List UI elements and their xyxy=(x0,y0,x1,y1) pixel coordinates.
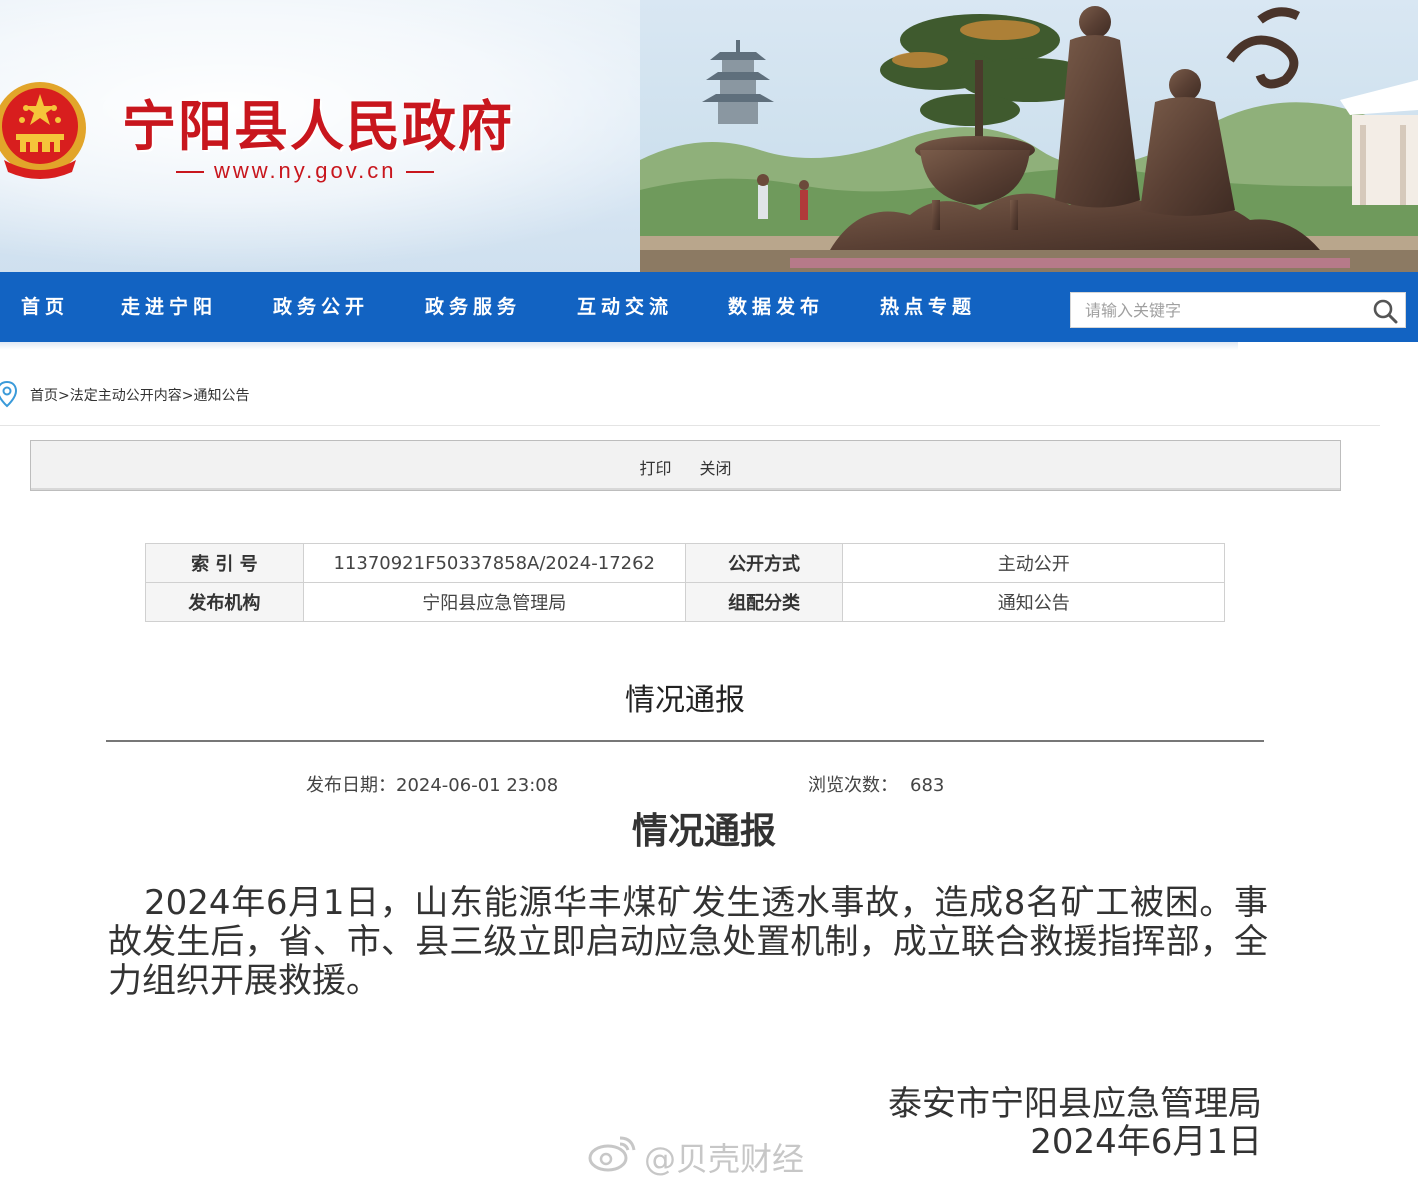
national-emblem-icon xyxy=(0,82,86,179)
breadcrumb-section-link[interactable]: 法定主动公开内容 xyxy=(70,388,182,404)
nav-item-about[interactable]: 走进宁阳 xyxy=(121,272,217,342)
print-button[interactable]: 打印 xyxy=(625,455,685,479)
nav-item-gov-open[interactable]: 政务公开 xyxy=(273,272,369,342)
nav-shadow xyxy=(0,342,1238,350)
header-banner: 宁阳县人民政府 www.ny.gov.cn xyxy=(0,0,1418,272)
nav-item-data[interactable]: 数据发布 xyxy=(728,272,824,342)
category-label: 组配分类 xyxy=(684,582,844,622)
category-value: 通知公告 xyxy=(842,582,1225,622)
article-title-rule xyxy=(106,740,1264,742)
view-count: 浏览次数： 683 xyxy=(808,771,944,797)
index-no-label: 索 引 号 xyxy=(145,543,304,583)
watermark-text: @贝壳财经 xyxy=(644,1140,805,1178)
site-title: 宁阳县人民政府 xyxy=(122,94,514,158)
nav-item-gov-service[interactable]: 政务服务 xyxy=(425,272,521,342)
banner-scenery-image xyxy=(640,0,1418,272)
publisher-label: 发布机构 xyxy=(145,582,304,622)
breadcrumb-text: 首页>法定主动公开内容>通知公告 xyxy=(30,385,249,405)
breadcrumb-sep: > xyxy=(58,388,70,404)
search-box xyxy=(1070,292,1406,328)
view-count-value: 683 xyxy=(910,775,945,796)
view-count-label: 浏览次数： xyxy=(808,775,898,796)
article-toolbar: 打印 关闭 xyxy=(30,440,1341,491)
close-button[interactable]: 关闭 xyxy=(686,455,746,479)
publish-date: 发布日期：2024-06-01 23:08 xyxy=(306,771,558,797)
signature-date: 2024年6月1日 xyxy=(1030,1122,1262,1162)
search-input[interactable] xyxy=(1071,293,1361,327)
notice-heading: 情况通报 xyxy=(631,811,776,852)
index-no-value: 11370921F50337858A/2024-17262 xyxy=(302,543,686,583)
nav-item-home[interactable]: 首页 xyxy=(21,272,69,342)
site-url-text: www.ny.gov.cn xyxy=(214,158,397,183)
publish-date-label: 发布日期： xyxy=(306,775,396,796)
info-table: 索 引 号 11370921F50337858A/2024-17262 公开方式… xyxy=(145,543,1225,622)
disclosure-label: 公开方式 xyxy=(684,543,844,583)
breadcrumb-current-link[interactable]: 通知公告 xyxy=(193,388,249,404)
article-title: 情况通报 xyxy=(625,683,745,718)
weibo-logo-icon xyxy=(588,1136,636,1172)
breadcrumb-sep: > xyxy=(181,388,194,404)
breadcrumb-home-link[interactable]: 首页 xyxy=(30,388,58,404)
breadcrumb-divider xyxy=(0,425,1380,426)
location-pin-icon xyxy=(0,380,18,408)
site-url: www.ny.gov.cn xyxy=(166,158,444,184)
disclosure-value: 主动公开 xyxy=(842,543,1225,583)
publisher-value: 宁阳县应急管理局 xyxy=(302,582,686,622)
search-icon[interactable] xyxy=(1371,297,1399,325)
url-dash-right xyxy=(406,171,435,174)
table-row: 发布机构 宁阳县应急管理局 组配分类 通知公告 xyxy=(145,582,1225,622)
nav-item-topics[interactable]: 热点专题 xyxy=(880,272,976,342)
table-row: 索 引 号 11370921F50337858A/2024-17262 公开方式… xyxy=(145,543,1225,583)
nav-item-interaction[interactable]: 互动交流 xyxy=(577,272,673,342)
url-dash-left xyxy=(176,171,204,174)
publish-date-value: 2024-06-01 23:08 xyxy=(396,775,559,796)
notice-body: 2024年6月1日，山东能源华丰煤矿发生透水事故，造成8名矿工被困。事故发生后，… xyxy=(108,883,1268,1001)
